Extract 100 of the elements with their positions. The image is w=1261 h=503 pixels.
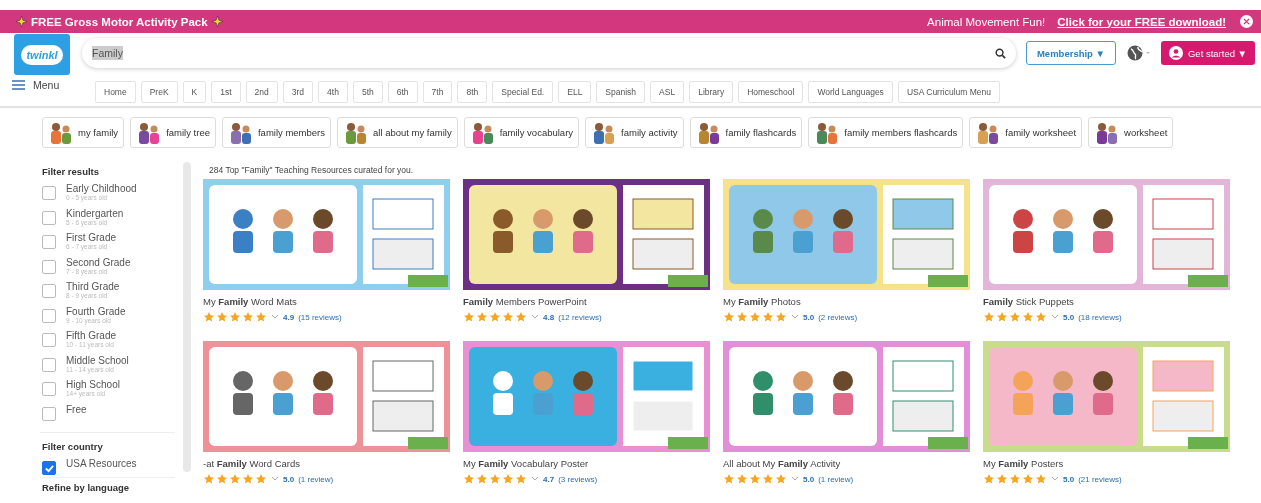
rating-value: 5.0	[283, 474, 295, 484]
checkbox[interactable]	[42, 382, 56, 396]
nav-tab[interactable]: Library	[689, 81, 734, 103]
review-count[interactable]: (15 reviews)	[298, 312, 342, 322]
rating-value: 4.8	[543, 312, 555, 322]
nav-tab[interactable]: 2nd	[245, 81, 278, 103]
checkbox[interactable]	[42, 235, 56, 249]
filter-title: Filter country	[42, 441, 104, 452]
globe-icon[interactable]	[1126, 45, 1151, 61]
review-count[interactable]: (12 reviews)	[558, 312, 602, 322]
nav-tab[interactable]: Special Ed.	[492, 81, 554, 103]
filter-label: USA Resources	[66, 458, 137, 469]
checkbox[interactable]	[42, 406, 56, 421]
resource-title[interactable]: All about My Family Activity	[723, 458, 970, 469]
topic-chip[interactable]: family flashcards	[689, 117, 803, 148]
resource-title[interactable]: Family Members PowerPoint	[463, 296, 710, 307]
nav-tab[interactable]: 5th	[352, 81, 383, 103]
star-icon	[229, 311, 241, 323]
nav-tab[interactable]: 8th	[457, 81, 488, 103]
star-icon	[476, 473, 488, 485]
close-button[interactable]	[1240, 15, 1253, 28]
search-field[interactable]: Family	[82, 38, 1016, 68]
resource-title[interactable]: Family Stick Puppets	[983, 296, 1230, 307]
chevron-icon[interactable]	[271, 314, 279, 320]
nav-tab[interactable]: ELL	[558, 81, 592, 103]
resource-title[interactable]: My Family Word Mats	[203, 296, 450, 307]
checkbox[interactable]	[42, 186, 56, 200]
people-icon	[48, 120, 74, 145]
star-icon	[996, 311, 1008, 323]
search-icon[interactable]	[994, 47, 1006, 59]
nav-tab[interactable]: 6th	[387, 81, 418, 103]
topic-chip[interactable]: family worksheet	[969, 117, 1083, 148]
star-icon	[203, 311, 215, 323]
star-icon	[216, 311, 228, 323]
user-icon	[1168, 46, 1183, 60]
resource-title[interactable]: My Family Photos	[723, 296, 970, 307]
topic-chip[interactable]: family activity	[585, 117, 684, 148]
nav-tab[interactable]: PreK	[140, 81, 178, 103]
review-count[interactable]: (21 reviews)	[1078, 474, 1122, 484]
review-count[interactable]: (18 reviews)	[1078, 312, 1122, 322]
filter-label: Third Grade	[66, 281, 120, 292]
star-icon	[476, 311, 488, 323]
review-count[interactable]: (2 reviews)	[818, 312, 858, 322]
download-link[interactable]: Click for your FREE download!	[1057, 15, 1226, 28]
chevron-icon[interactable]	[1051, 476, 1059, 482]
resource-title[interactable]: -at Family Word Cards	[203, 458, 450, 469]
chevron-icon[interactable]	[791, 314, 799, 320]
topic-chip[interactable]: family members	[221, 117, 331, 148]
checkbox[interactable]	[42, 461, 56, 475]
get-started-button[interactable]: Get started ▼	[1160, 41, 1255, 65]
nav-tab[interactable]: 1st	[211, 81, 241, 103]
nav-tab[interactable]: Spanish	[596, 81, 646, 103]
nav-tab[interactable]: Home	[95, 81, 136, 103]
review-count[interactable]: (3 reviews)	[558, 474, 598, 484]
nav-tab[interactable]: USA Curriculum Menu	[897, 81, 1000, 103]
nav-tab[interactable]: 3rd	[282, 81, 314, 103]
nav-tab[interactable]: Homeschool	[738, 81, 804, 103]
topic-chip[interactable]: worksheet	[1088, 117, 1174, 148]
review-count[interactable]: (1 review)	[818, 474, 854, 484]
menu-icon	[12, 80, 25, 90]
star-icon	[1035, 311, 1047, 323]
chevron-icon[interactable]	[531, 314, 539, 320]
filter-label: First Grade	[66, 232, 116, 243]
star-icon	[242, 473, 254, 485]
star-icon	[983, 473, 995, 485]
checkbox[interactable]	[42, 210, 56, 225]
topic-chip[interactable]: my family	[42, 117, 125, 148]
resource-title[interactable]: My Family Vocabulary Poster	[463, 458, 710, 469]
checkbox[interactable]	[42, 284, 56, 298]
star-icon	[1009, 311, 1021, 323]
checkbox[interactable]	[42, 308, 56, 323]
close-icon	[1243, 18, 1250, 25]
chevron-icon[interactable]	[791, 476, 799, 482]
nav-tab[interactable]: World Languages	[808, 81, 893, 103]
membership-button[interactable]: Membership ▼	[1025, 41, 1116, 65]
checkbox[interactable]	[42, 357, 56, 372]
topic-chip[interactable]: family vocabulary	[463, 117, 580, 148]
star-icon	[736, 311, 748, 323]
checkbox[interactable]	[42, 259, 56, 274]
filter-title: Refine by language	[42, 481, 131, 493]
chevron-icon[interactable]	[531, 476, 539, 482]
nav-tab[interactable]: 7th	[422, 81, 453, 103]
star-icon	[775, 473, 787, 485]
star-icon	[489, 311, 501, 323]
star-icon	[1035, 473, 1047, 485]
topic-chip[interactable]: all about my family	[337, 117, 458, 148]
nav-tab[interactable]: 4th	[318, 81, 348, 103]
review-count[interactable]: (1 review)	[298, 474, 334, 484]
menu-button[interactable]: Menu	[12, 79, 95, 91]
nav-tab[interactable]: ASL	[650, 81, 685, 103]
topic-chip[interactable]: family tree	[130, 117, 216, 148]
star-icon	[229, 473, 241, 485]
checkbox[interactable]	[42, 333, 56, 347]
topic-chip[interactable]: family members flashcards	[808, 117, 964, 148]
resource-title[interactable]: My Family Posters	[983, 458, 1230, 469]
chevron-icon[interactable]	[271, 476, 279, 482]
filter-label: Middle School	[66, 354, 129, 366]
nav-tab[interactable]: K	[182, 81, 207, 103]
chevron-icon[interactable]	[1051, 314, 1059, 320]
star-icon	[736, 473, 748, 485]
